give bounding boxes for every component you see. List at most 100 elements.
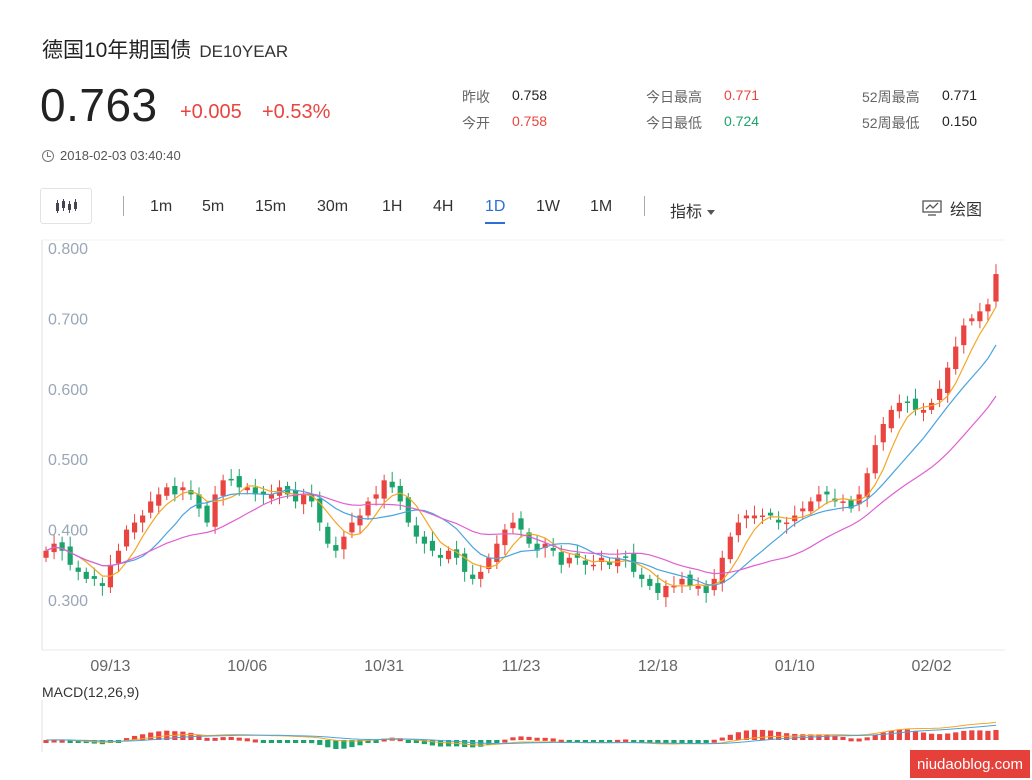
candle-body <box>357 515 363 526</box>
x-tick-label: 09/13 <box>90 658 130 675</box>
candle-body <box>204 505 210 523</box>
macd-label: MACD(12,26,9) <box>42 684 139 700</box>
macd-bar <box>542 737 548 741</box>
ma10-line <box>45 344 997 586</box>
candle-body <box>325 526 331 544</box>
candle-body <box>800 508 806 512</box>
candle-body <box>268 494 275 499</box>
macd-bar <box>767 730 774 740</box>
macd-bar <box>148 732 154 740</box>
macd-bar <box>486 740 492 745</box>
macd-bar <box>864 737 870 741</box>
candle-body <box>751 515 758 519</box>
candle-body <box>977 311 983 322</box>
macd-bar <box>711 739 717 743</box>
candle-body <box>478 571 484 579</box>
candle-body <box>679 578 685 585</box>
candle-body <box>655 583 661 593</box>
candle-body <box>558 552 564 565</box>
y-tick-label: 0.300 <box>48 593 88 610</box>
macd-bar <box>832 735 838 740</box>
y-tick-label: 0.800 <box>48 241 88 258</box>
candle-body <box>365 501 371 516</box>
macd-bar <box>904 729 911 740</box>
macd-bar <box>880 732 886 740</box>
macd-bar <box>953 732 959 740</box>
ma20-line <box>45 395 997 575</box>
macd-bar <box>470 740 476 748</box>
macd-bar <box>735 732 741 740</box>
macd-bar <box>325 740 331 748</box>
macd-bar <box>429 740 436 746</box>
macd-bar <box>494 740 500 743</box>
candle-body <box>413 525 419 537</box>
x-tick-label: 11/23 <box>502 658 541 675</box>
macd-bar <box>727 734 733 740</box>
candle-body <box>937 388 943 401</box>
macd-bar <box>317 740 323 745</box>
macd-bar <box>405 740 411 743</box>
candle-body <box>719 557 725 584</box>
candle-body <box>687 574 693 586</box>
macd-bar <box>309 740 315 744</box>
macd-bar <box>977 730 983 740</box>
candle-body <box>985 304 991 312</box>
candle-body <box>180 487 186 491</box>
candlestick-chart[interactable]: 0.8000.7000.6000.5000.4000.30009/13 10/06… <box>0 0 1032 780</box>
candle-body <box>421 536 427 544</box>
candle-body <box>888 409 894 429</box>
candle-body <box>75 567 81 572</box>
macd-bar <box>502 739 508 743</box>
macd-bar <box>985 730 991 740</box>
macd-bar <box>703 740 709 743</box>
candle-body <box>381 480 387 499</box>
candle-body <box>969 318 975 322</box>
macd-bar <box>888 730 894 740</box>
candle-body <box>784 522 790 525</box>
candle-body <box>816 494 822 502</box>
macd-bar <box>284 740 291 743</box>
macd-bar <box>252 739 258 743</box>
macd-bar <box>550 738 556 742</box>
candle-body <box>148 501 154 513</box>
candle-body <box>172 485 178 495</box>
macd-bar <box>671 740 677 743</box>
candle-body <box>920 409 927 413</box>
candle-body <box>776 519 782 523</box>
candle-body <box>808 501 814 512</box>
candle-body <box>727 536 733 560</box>
macd-bar <box>687 740 693 743</box>
candle-body <box>993 274 999 302</box>
macd-bar <box>260 740 266 743</box>
x-tick-label: 12/18 <box>638 658 678 675</box>
macd-bar <box>856 738 862 742</box>
candle-body <box>164 487 170 496</box>
x-tick-label: 02/02 <box>912 658 952 675</box>
candle-body <box>140 515 146 523</box>
macd-bar <box>928 733 935 740</box>
macd-bar <box>276 740 283 743</box>
candle-body <box>566 557 572 564</box>
candle-body <box>99 583 105 586</box>
candle-body <box>131 522 138 533</box>
candle-body <box>872 445 878 474</box>
macd-bar <box>969 730 975 740</box>
candle-body <box>389 481 395 488</box>
candle-body <box>880 424 886 443</box>
macd-bar <box>373 740 379 743</box>
candle-body <box>663 585 669 598</box>
macd-bar <box>993 729 999 740</box>
candle-body <box>502 529 508 546</box>
macd-bar <box>719 737 725 741</box>
candle-body <box>373 494 379 499</box>
macd-bar <box>848 738 854 742</box>
macd-bar <box>824 734 830 740</box>
candle-body <box>735 522 741 536</box>
macd-bar <box>268 740 275 743</box>
macd-bar <box>526 736 532 740</box>
candle-body <box>43 550 49 558</box>
macd-bar <box>792 733 798 740</box>
candle-body <box>429 540 436 551</box>
candle-body <box>582 560 589 565</box>
candle-body <box>83 571 89 579</box>
